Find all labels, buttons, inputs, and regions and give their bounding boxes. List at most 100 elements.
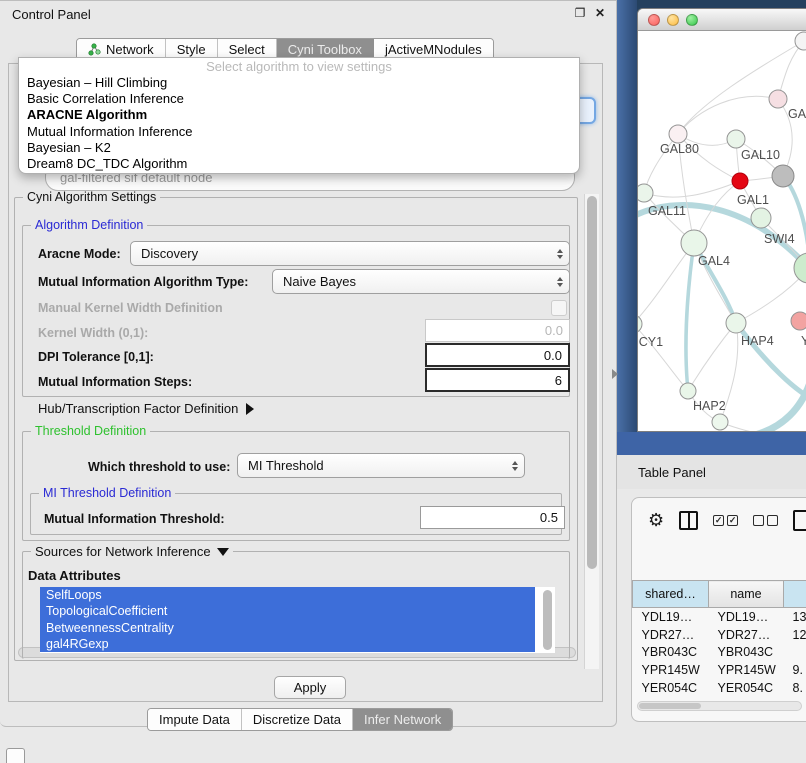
table-row[interactable]: YDL19…YDL19…13 [633,608,806,626]
node-label: HAP2 [693,399,726,413]
tab-impute-data[interactable]: Impute Data [148,709,242,730]
algorithm-definition-title: Algorithm Definition [31,218,147,232]
attributes-scrollbar[interactable] [543,590,552,650]
threshold-definition-title: Threshold Definition [31,424,150,438]
table-panel-card: ⚙ ✓✓ shared…nameAYDL19…YDL19…13YDR27…YDR… [631,497,806,722]
table-cell: YDR27… [709,626,784,644]
node-label: HAP4 [741,334,774,348]
table-cell: YBR045C [709,697,784,699]
table-hscroll-thumb[interactable] [639,703,701,709]
table-column-header[interactable]: name [709,581,784,608]
combo-arrows-icon [557,277,563,287]
network-node-gal80[interactable] [769,90,787,108]
network-node-hap4[interactable] [726,313,746,333]
attribute-list-item[interactable]: TopologicalCoefficient [40,603,535,619]
network-edge[interactable] [644,181,740,197]
kernel-width-field[interactable]: 0.0 [425,319,570,342]
table-row[interactable]: YDR27…YDR27…12 [633,626,806,644]
network-node-y[interactable] [791,312,806,330]
control-panel-title: Control Panel [12,7,91,22]
table-cell: YPR145W [633,661,709,679]
attribute-list-item[interactable]: gal4RGexp [40,636,535,652]
algorithm-option[interactable]: Basic Correlation Inference [19,91,579,107]
combo-arrows-icon [557,249,563,259]
table-cell: YBR043C [709,644,784,662]
node-label: GAL1 [737,193,769,207]
network-node-gal1[interactable] [772,165,794,187]
node-label: GAL10 [741,148,780,162]
network-edge[interactable] [688,323,736,391]
attribute-list-item[interactable]: SelfLoops [40,587,535,603]
network-edge-highlighted[interactable] [686,243,694,391]
sources-group-title[interactable]: Sources for Network Inference [31,544,233,559]
node-table[interactable]: shared…nameAYDL19…YDL19…13YDR27…YDR27…12… [632,539,806,699]
table-cell: YER054C [709,679,784,697]
gear-icon[interactable]: ⚙ [648,511,664,529]
network-edge-highlighted[interactable] [746,367,806,432]
network-edge[interactable] [778,41,804,99]
table-row[interactable]: YBR043CYBR043C [633,644,806,662]
table-row[interactable]: YBR045CYBR045C9. [633,697,806,699]
close-traffic-light[interactable] [648,14,660,26]
minimize-traffic-light[interactable] [667,14,679,26]
algorithm-option[interactable]: Dream8 DC_TDC Algorithm [19,156,579,172]
attribute-list-item[interactable]: BetweennessCentrality [40,620,535,636]
apply-button[interactable]: Apply [274,676,346,699]
zoom-traffic-light[interactable] [686,14,698,26]
float-window-icon[interactable]: ❐ [572,6,588,20]
close-panel-icon[interactable]: ✕ [592,6,608,20]
mi-steps-field[interactable]: 6 [425,368,570,392]
table-column-header[interactable]: shared… [633,581,709,608]
table-cell: YDL19… [709,608,784,626]
hub-definition-expander[interactable]: Hub/Transcription Factor Definition [38,401,254,416]
network-node-gal80[interactable] [669,125,687,143]
table-cell: YPR145W [709,661,784,679]
network-canvas[interactable]: GAL80GAL80GAL10GAL1GAL11SWI4GAL4GCY1HAP4… [638,31,806,432]
tab-discretize-data[interactable]: Discretize Data [242,709,353,730]
network-edge[interactable] [678,41,804,134]
table-row[interactable]: YPR145WYPR145W9. [633,661,806,679]
algorithm-option[interactable]: Bayesian – K2 [19,140,579,156]
which-threshold-combo[interactable]: MI Threshold [237,453,525,478]
table-cell: 9. [784,697,806,699]
manual-kernel-width-checkbox[interactable] [551,300,567,316]
node-label: GAL11 [648,204,686,218]
algorithm-option[interactable]: ARACNE Algorithm [19,107,579,123]
network-node-swi4[interactable] [751,208,771,228]
mi-algorithm-type-combo[interactable]: Naive Bayes [272,269,570,294]
settings-vertical-scrollbar[interactable] [584,194,599,669]
dpi-tolerance-field[interactable]: 0.0 [425,343,570,367]
network-node[interactable] [712,414,728,430]
network-node-hap2[interactable] [680,383,696,399]
mi-steps-value: 6 [555,373,562,388]
network-edge[interactable] [678,96,778,134]
split-pane-handle-icon[interactable] [612,369,618,379]
algorithm-option[interactable]: Bayesian – Hill Climbing [19,75,579,91]
network-window-titlebar[interactable] [638,9,806,31]
network-node-gal11[interactable] [638,184,653,202]
tab-infer-network[interactable]: Infer Network [353,709,452,730]
document-icon[interactable] [793,510,806,531]
mi-threshold-label: Mutual Information Threshold: [44,512,225,526]
node-label: GAL4 [698,254,730,268]
network-node[interactable] [795,32,806,50]
unchecked-boxes-icon[interactable] [753,515,778,526]
data-attributes-list[interactable]: SelfLoopsTopologicalCoefficientBetweenne… [40,587,555,653]
mi-threshold-field[interactable]: 0.5 [420,506,565,529]
table-column-header[interactable]: A [784,581,806,608]
algorithm-option[interactable]: Mutual Information Inference [19,124,579,140]
collapsed-panel-grip[interactable] [6,748,25,763]
table-cell: YBR043C [633,644,709,662]
aracne-mode-combo[interactable]: Discovery [130,241,570,266]
network-node-gal4[interactable] [681,230,707,256]
table-horizontal-scrollbar[interactable] [637,701,802,711]
network-node-gcy1[interactable] [638,315,642,333]
network-node[interactable] [732,173,748,189]
network-node-gal10[interactable] [727,130,745,148]
table-row[interactable]: YER054CYER054C8. [633,679,806,697]
checked-boxes-icon[interactable]: ✓✓ [713,515,738,526]
cyni-algorithm-settings-title: Cyni Algorithm Settings [23,190,160,204]
columns-icon[interactable] [679,511,698,530]
table-cell: 13 [784,608,806,626]
settings-vscroll-thumb[interactable] [587,196,597,569]
